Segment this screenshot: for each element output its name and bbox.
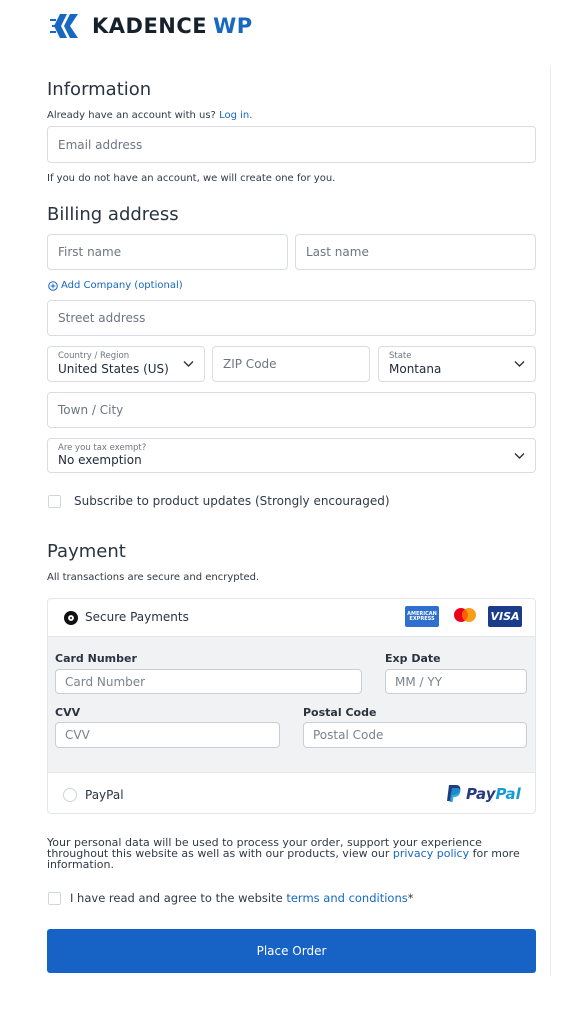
- payment-heading: Payment: [47, 541, 126, 562]
- postal-code-label: Postal Code: [303, 706, 377, 719]
- postal-code-field[interactable]: Postal Code: [303, 722, 527, 748]
- exp-date-field[interactable]: MM / YY: [385, 669, 527, 694]
- chevron-down-icon: [514, 452, 525, 459]
- paypal-logo: PayPal: [446, 784, 521, 803]
- secure-note: All transactions are secure and encrypte…: [47, 572, 260, 583]
- cvv-field[interactable]: CVV: [55, 722, 280, 748]
- privacy-policy-link[interactable]: privacy policy: [393, 847, 469, 860]
- paypal-icon: [447, 785, 461, 802]
- exp-date-label: Exp Date: [385, 652, 441, 665]
- visa-icon: VISA: [488, 606, 522, 627]
- no-account-note: If you do not have an account, we will c…: [47, 173, 336, 184]
- secure-payments-label: Secure Payments: [85, 610, 189, 624]
- terms-link[interactable]: terms and conditions: [286, 891, 407, 905]
- paypal-radio[interactable]: [63, 788, 77, 802]
- terms-checkbox[interactable]: [48, 892, 61, 905]
- city-field[interactable]: Town / City: [47, 392, 536, 428]
- subscribe-label: Subscribe to product updates (Strongly e…: [74, 494, 390, 508]
- information-heading: Information: [47, 79, 152, 100]
- kadence-logo[interactable]: KADENCE WP: [50, 12, 253, 40]
- place-order-button[interactable]: Place Order: [47, 929, 536, 973]
- chevron-down-icon: [514, 361, 525, 367]
- terms-label: I have read and agree to the website ter…: [70, 891, 414, 905]
- tax-exempt-select[interactable]: Are you tax exempt? No exemption: [47, 438, 536, 473]
- email-field[interactable]: Email address: [47, 126, 536, 163]
- paypal-label: PayPal: [85, 788, 124, 802]
- last-name-field[interactable]: Last name: [295, 234, 536, 270]
- secure-payments-radio[interactable]: [64, 611, 78, 625]
- privacy-notice: Your personal data will be used to proce…: [47, 836, 520, 871]
- card-number-field[interactable]: Card Number: [55, 669, 362, 694]
- plus-circle-icon: [48, 280, 58, 291]
- card-number-label: Card Number: [55, 652, 137, 665]
- country-select[interactable]: Country / Region United States (US): [47, 346, 205, 382]
- zip-code-field[interactable]: ZIP Code: [212, 346, 370, 382]
- login-link[interactable]: Log in.: [219, 110, 252, 121]
- billing-heading: Billing address: [47, 204, 179, 225]
- cvv-label: CVV: [55, 706, 81, 719]
- amex-icon: AMERICAN EXPRESS: [405, 606, 439, 627]
- state-select[interactable]: State Montana: [378, 346, 536, 382]
- street-address-field[interactable]: Street address: [47, 300, 536, 336]
- first-name-field[interactable]: First name: [47, 234, 288, 270]
- divider: [550, 66, 551, 976]
- chevron-down-icon: [183, 361, 194, 367]
- add-company-link[interactable]: Add Company (optional): [48, 280, 183, 291]
- mastercard-icon: [448, 606, 482, 627]
- kadence-logo-icon: [50, 14, 78, 38]
- subscribe-checkbox[interactable]: [48, 495, 61, 508]
- account-prompt: Already have an account with us? Log in.: [47, 110, 253, 121]
- brand-name: KADENCE WP: [92, 14, 253, 38]
